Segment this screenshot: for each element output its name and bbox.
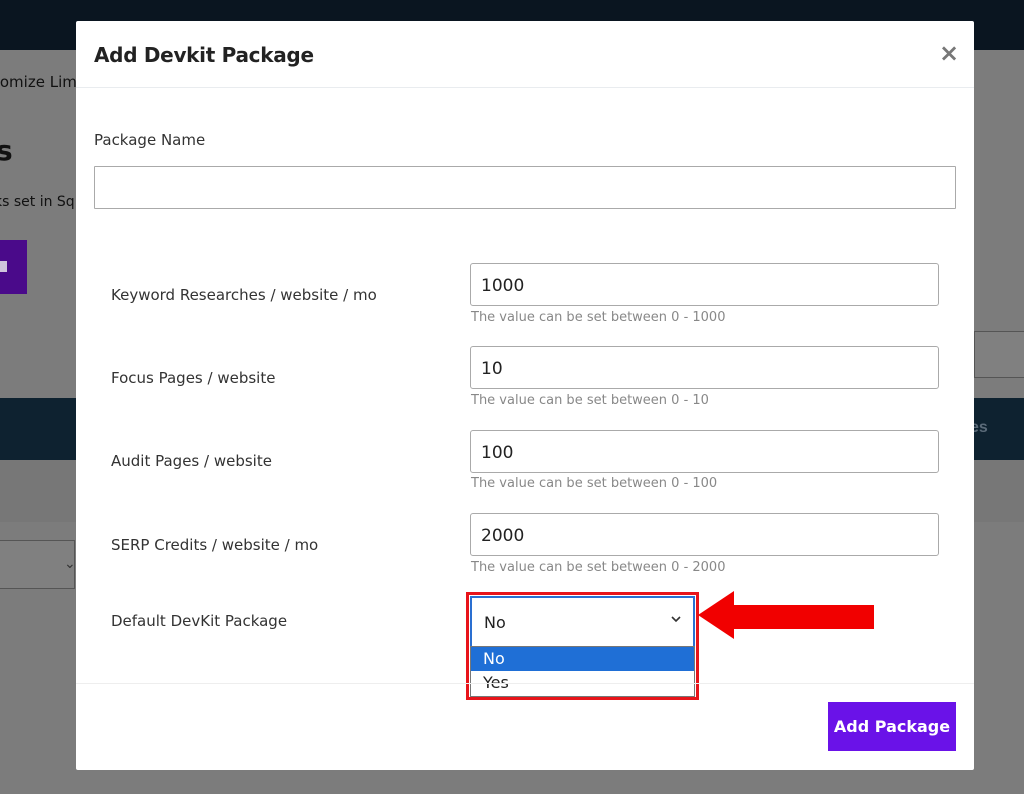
- add-package-button[interactable]: Add Package: [828, 702, 956, 751]
- close-icon[interactable]: ×: [939, 39, 959, 67]
- background-button: [0, 240, 27, 294]
- audit-pages-input[interactable]: 100: [470, 430, 939, 473]
- plus-icon: [0, 261, 7, 272]
- background-heading: s: [0, 134, 13, 167]
- keyword-researches-input[interactable]: 1000: [470, 263, 939, 306]
- focus-pages-help: The value can be set between 0 - 10: [471, 393, 709, 408]
- serp-credits-label: SERP Credits / website / mo: [111, 536, 319, 554]
- focus-pages-label: Focus Pages / website: [111, 369, 276, 387]
- audit-pages-help: The value can be set between 0 - 100: [471, 476, 718, 491]
- background-select: ⌄: [0, 540, 76, 589]
- serp-credits-help: The value can be set between 0 - 2000: [471, 560, 726, 575]
- keyword-researches-help: The value can be set between 0 - 1000: [471, 310, 726, 325]
- add-devkit-package-modal: Add Devkit Package × Package Name Keywor…: [76, 21, 974, 770]
- audit-pages-label: Audit Pages / website: [111, 452, 272, 470]
- background-input: [974, 331, 1024, 378]
- package-name-input[interactable]: [94, 166, 956, 209]
- footer-divider: [76, 683, 974, 684]
- focus-pages-input[interactable]: 10: [470, 346, 939, 389]
- background-subtext: ks set in Sq: [0, 194, 75, 210]
- keyword-researches-label: Keyword Researches / website / mo: [111, 286, 377, 304]
- modal-header: Add Devkit Package ×: [76, 21, 974, 88]
- annotation-arrow-icon: [698, 591, 874, 639]
- default-devkit-label: Default DevKit Package: [111, 612, 288, 630]
- chevron-down-icon: ⌄: [64, 555, 76, 571]
- serp-credits-input[interactable]: 2000: [470, 513, 939, 556]
- package-name-label: Package Name: [94, 131, 206, 149]
- modal-title: Add Devkit Package: [94, 43, 314, 67]
- background-tab: tomize Lim: [0, 73, 77, 91]
